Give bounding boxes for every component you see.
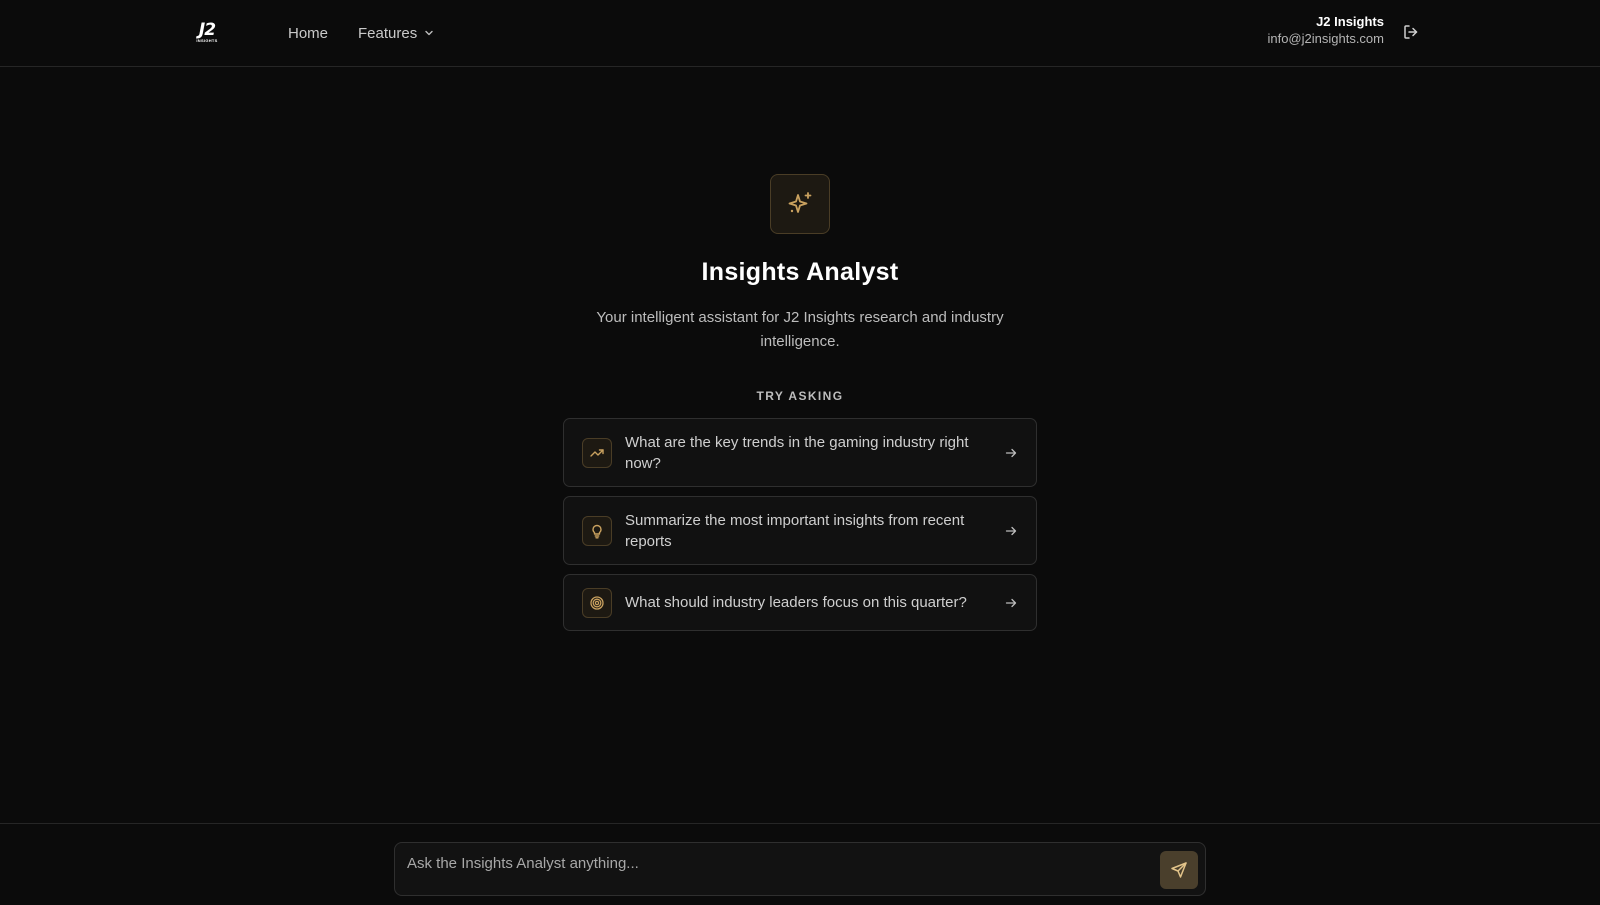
target-icon [590, 595, 604, 610]
suggestion-card[interactable]: Summarize the most important insights fr… [563, 496, 1037, 565]
chat-input[interactable] [407, 851, 1147, 875]
nav-features-label: Features [358, 24, 418, 42]
suggestion-card[interactable]: What should industry leaders focus on th… [563, 574, 1037, 631]
arrow-right-icon [1005, 448, 1017, 457]
sparkles-icon [788, 192, 812, 213]
chat-input-container [394, 842, 1206, 896]
logo-mark: J2 [198, 19, 216, 40]
chevron-down-icon [425, 30, 433, 36]
sparkles-badge [770, 174, 830, 234]
nav-home-label: Home [288, 24, 329, 42]
suggestion-card[interactable]: What are the key trends in the gaming in… [563, 418, 1037, 487]
trending-up-icon [590, 448, 604, 457]
suggestion-icon-badge [582, 587, 612, 618]
top-header: J2 INSIGHTS Home Features J2 Insights in… [0, 0, 1600, 67]
suggestion-text: What should industry leaders focus on th… [625, 594, 967, 611]
logout-icon [1404, 25, 1418, 39]
arrow-right-icon [1005, 526, 1017, 535]
suggestion-text: Summarize the most important insights fr… [625, 511, 965, 550]
page: J2 INSIGHTS Home Features J2 Insights in… [0, 0, 1600, 905]
suggestion-text: What are the key trends in the gaming in… [625, 433, 969, 472]
arrow-right-icon [1005, 598, 1017, 607]
send-icon [1171, 862, 1187, 878]
suggestion-list: What are the key trends in the gaming in… [563, 418, 1037, 631]
chat-footer [0, 823, 1600, 905]
try-asking-label: TRY ASKING [756, 389, 844, 403]
suggestion-icon-badge [582, 515, 612, 546]
user-name: J2 Insights [1316, 14, 1384, 29]
nav-home[interactable]: Home [288, 25, 328, 42]
nav-features-dropdown[interactable]: Features [358, 25, 435, 42]
brand-logo[interactable]: J2 INSIGHTS [192, 18, 222, 46]
page-title: Insights Analyst [701, 258, 899, 286]
user-info: J2 Insights info@j2insights.com [1267, 14, 1384, 47]
user-email: info@j2insights.com [1267, 31, 1384, 46]
logout-button[interactable] [1402, 23, 1420, 41]
suggestion-icon-badge [582, 437, 612, 468]
main-nav: Home Features [288, 21, 435, 45]
send-button[interactable] [1160, 851, 1198, 889]
lightbulb-icon [592, 524, 602, 538]
page-subtitle: Your intelligent assistant for J2 Insigh… [596, 309, 1004, 350]
logo-sub: INSIGHTS [196, 37, 218, 43]
